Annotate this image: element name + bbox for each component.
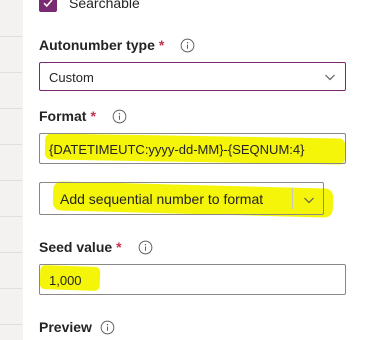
autonumber-type-label: Autonumber type — [39, 37, 155, 53]
row-divider — [0, 144, 22, 145]
info-icon[interactable] — [180, 38, 195, 53]
add-sequential-number-button[interactable]: Add sequential number to format — [39, 182, 324, 215]
row-divider — [0, 72, 22, 73]
format-input[interactable]: {DATETIMEUTC:yyyy-dd-MM}-{SEQNUM:4} — [39, 133, 346, 164]
info-icon[interactable] — [112, 109, 127, 124]
row-divider — [0, 252, 22, 253]
searchable-checkbox[interactable] — [39, 0, 57, 12]
format-label-row: Format * — [39, 108, 127, 124]
required-indicator: * — [158, 37, 165, 53]
add-sequential-number-label: Add sequential number to format — [60, 191, 264, 207]
row-divider — [0, 288, 22, 289]
row-divider — [0, 108, 22, 109]
info-icon[interactable] — [138, 240, 153, 255]
row-divider — [0, 180, 22, 181]
chevron-down-icon[interactable] — [303, 194, 315, 206]
split-divider — [292, 188, 293, 209]
seed-value-label: Seed value — [39, 239, 113, 255]
chevron-down-icon — [325, 74, 335, 81]
format-label: Format — [39, 108, 87, 124]
autonumber-type-value: Custom — [49, 70, 94, 85]
row-divider — [0, 324, 22, 325]
row-divider — [0, 36, 22, 37]
seed-value-input[interactable]: 1,000 — [39, 264, 346, 295]
background-list-strip — [0, 0, 24, 340]
checkmark-icon — [43, 0, 53, 8]
seed-value-value: 1,000 — [49, 273, 82, 288]
searchable-label: Searchable — [69, 0, 140, 11]
autonumber-type-dropdown[interactable]: Custom — [39, 62, 346, 91]
searchable-checkbox-row[interactable]: Searchable — [39, 0, 140, 14]
preview-label-row: Preview — [39, 319, 115, 335]
format-value: {DATETIMEUTC:yyyy-dd-MM}-{SEQNUM:4} — [49, 142, 305, 157]
required-indicator: * — [90, 108, 96, 124]
autonumber-type-label-row: Autonumber type * — [39, 37, 195, 53]
seed-value-label-row: Seed value * — [39, 239, 153, 255]
column-properties-panel: Searchable Autonumber type * Custom Form… — [23, 0, 368, 340]
info-icon[interactable] — [100, 320, 115, 335]
row-divider — [0, 216, 22, 217]
required-indicator: * — [116, 239, 122, 255]
preview-label: Preview — [39, 319, 92, 335]
